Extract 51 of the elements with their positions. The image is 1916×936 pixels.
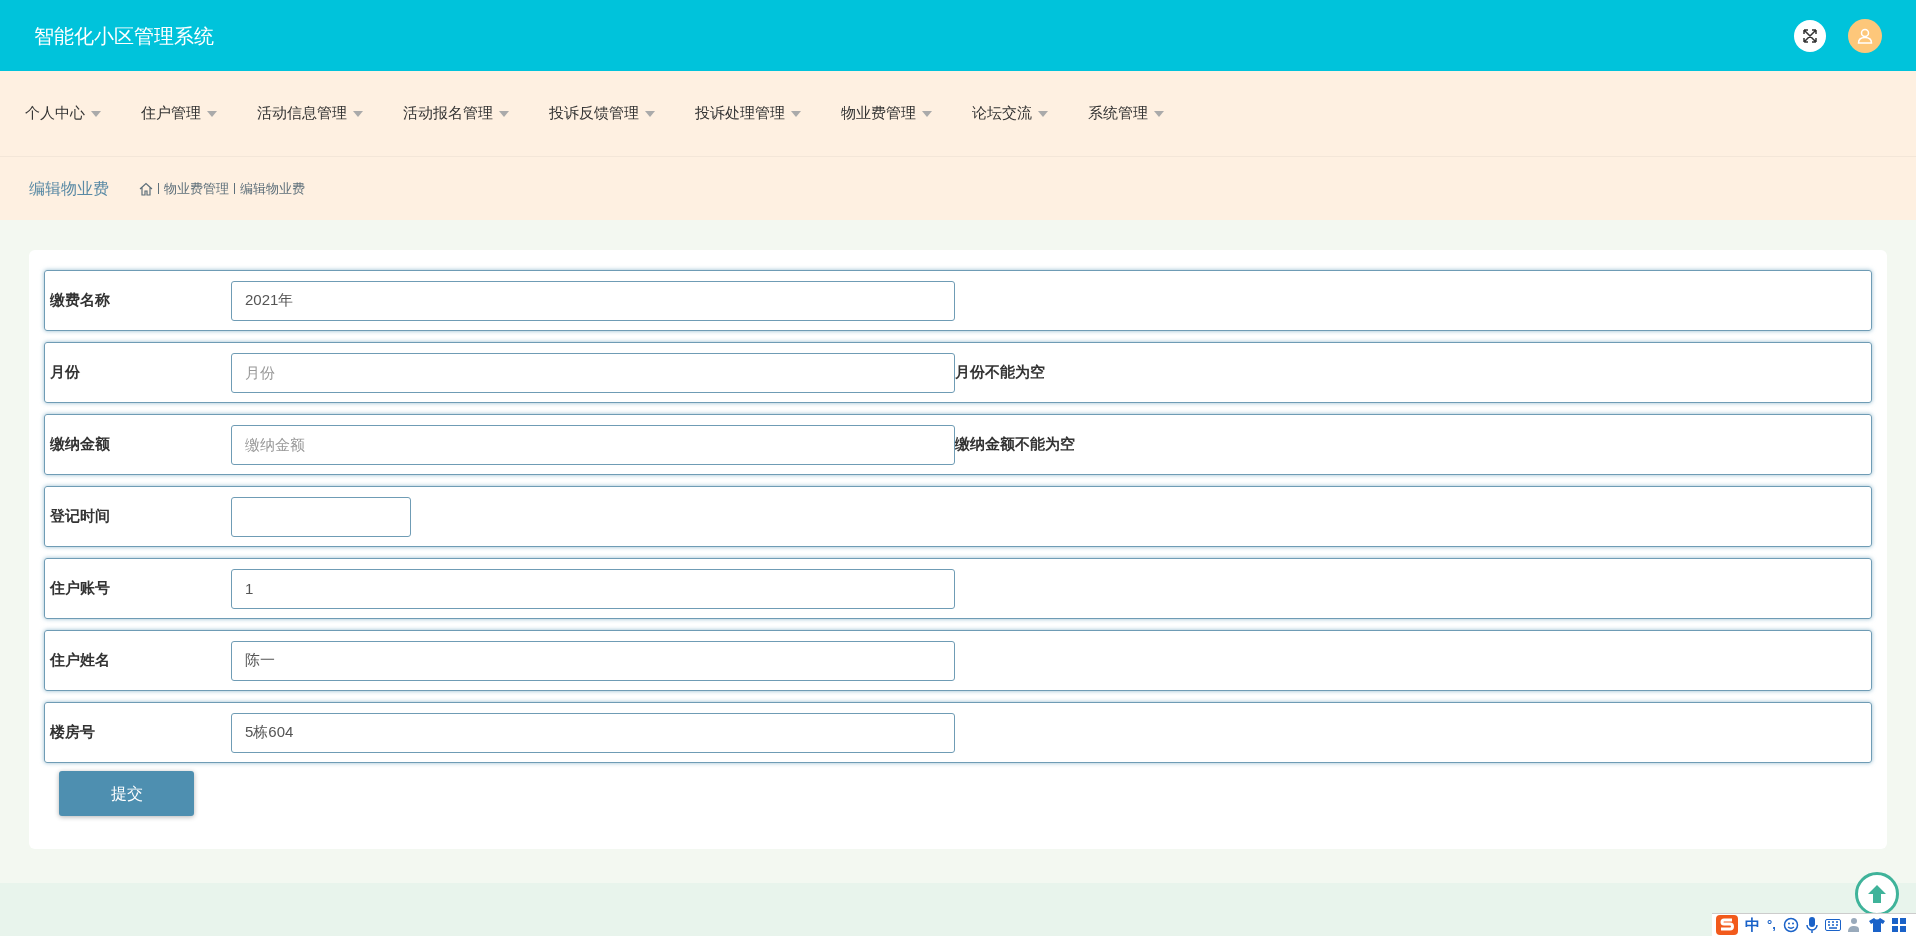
field-label: 月份 — [49, 362, 81, 383]
user-icon — [1857, 27, 1873, 44]
shirt-icon[interactable] — [1868, 918, 1885, 932]
field-label: 登记时间 — [49, 506, 111, 527]
input-field[interactable]: 1 — [231, 568, 955, 609]
nav-menu-item[interactable]: 论坛交流 — [972, 102, 1048, 125]
input-field[interactable]: 5栋604 — [231, 712, 955, 753]
nav-menu-item[interactable]: 投诉反馈管理 — [549, 102, 655, 125]
nav-menu-item[interactable]: 个人中心 — [25, 102, 101, 125]
breadcrumb-link[interactable]: 物业费管理 — [164, 178, 229, 199]
input-mode-toggle[interactable]: 中 — [1745, 913, 1760, 936]
field-label: 住户账号 — [48, 578, 111, 599]
microphone-icon[interactable] — [1805, 917, 1818, 933]
caret-icon — [499, 110, 509, 117]
caret-icon — [1154, 110, 1164, 117]
home-icon[interactable] — [139, 181, 153, 196]
nav-menu-item[interactable]: 活动报名管理 — [403, 102, 509, 125]
error-message: 月份不能为空 — [955, 362, 1045, 383]
nav-menu-item[interactable]: 系统管理 — [1088, 102, 1164, 125]
caret-icon — [922, 110, 932, 117]
nav-menu-item[interactable]: 投诉处理管理 — [695, 102, 801, 125]
field-label: 楼房号 — [49, 722, 96, 743]
input-field[interactable]: 缴纳金额 — [231, 424, 955, 465]
input-field[interactable]: 月份 — [231, 352, 955, 393]
breadcrumb-link[interactable]: 编辑物业费 — [240, 178, 305, 199]
field-label: 缴费名称 — [49, 290, 111, 311]
caret-icon — [207, 110, 217, 117]
punctuation-toggle[interactable]: °, — [1767, 915, 1776, 935]
date-field[interactable] — [231, 496, 411, 537]
app-title: 智能化小区管理系统 — [34, 23, 214, 49]
field-label: 住户姓名 — [48, 650, 111, 671]
caret-icon — [1038, 110, 1048, 117]
nav-menu-item[interactable]: 物业费管理 — [841, 102, 932, 125]
caret-icon — [645, 110, 655, 117]
input-field[interactable]: 2021年 — [231, 280, 955, 321]
error-message: 缴纳金额不能为空 — [955, 434, 1075, 455]
nav-menu-item[interactable]: 住户管理 — [141, 102, 217, 125]
caret-icon — [353, 110, 363, 117]
caret-icon — [91, 110, 101, 117]
submit-button[interactable]: 提交 — [59, 771, 194, 816]
caret-icon — [791, 110, 801, 117]
expand-icon — [1802, 27, 1818, 44]
field-label: 缴纳金额 — [49, 434, 111, 455]
smiley-icon[interactable] — [1782, 917, 1799, 933]
fullscreen-button[interactable] — [1794, 19, 1826, 52]
input-field[interactable]: 陈一 — [231, 640, 955, 681]
nav-menu-item[interactable]: 活动信息管理 — [257, 102, 363, 125]
page-title: 编辑物业费 — [29, 178, 109, 199]
keyboard-icon[interactable] — [1824, 919, 1841, 931]
up-arrow-icon — [1866, 883, 1888, 905]
grid-icon[interactable] — [1891, 918, 1906, 932]
